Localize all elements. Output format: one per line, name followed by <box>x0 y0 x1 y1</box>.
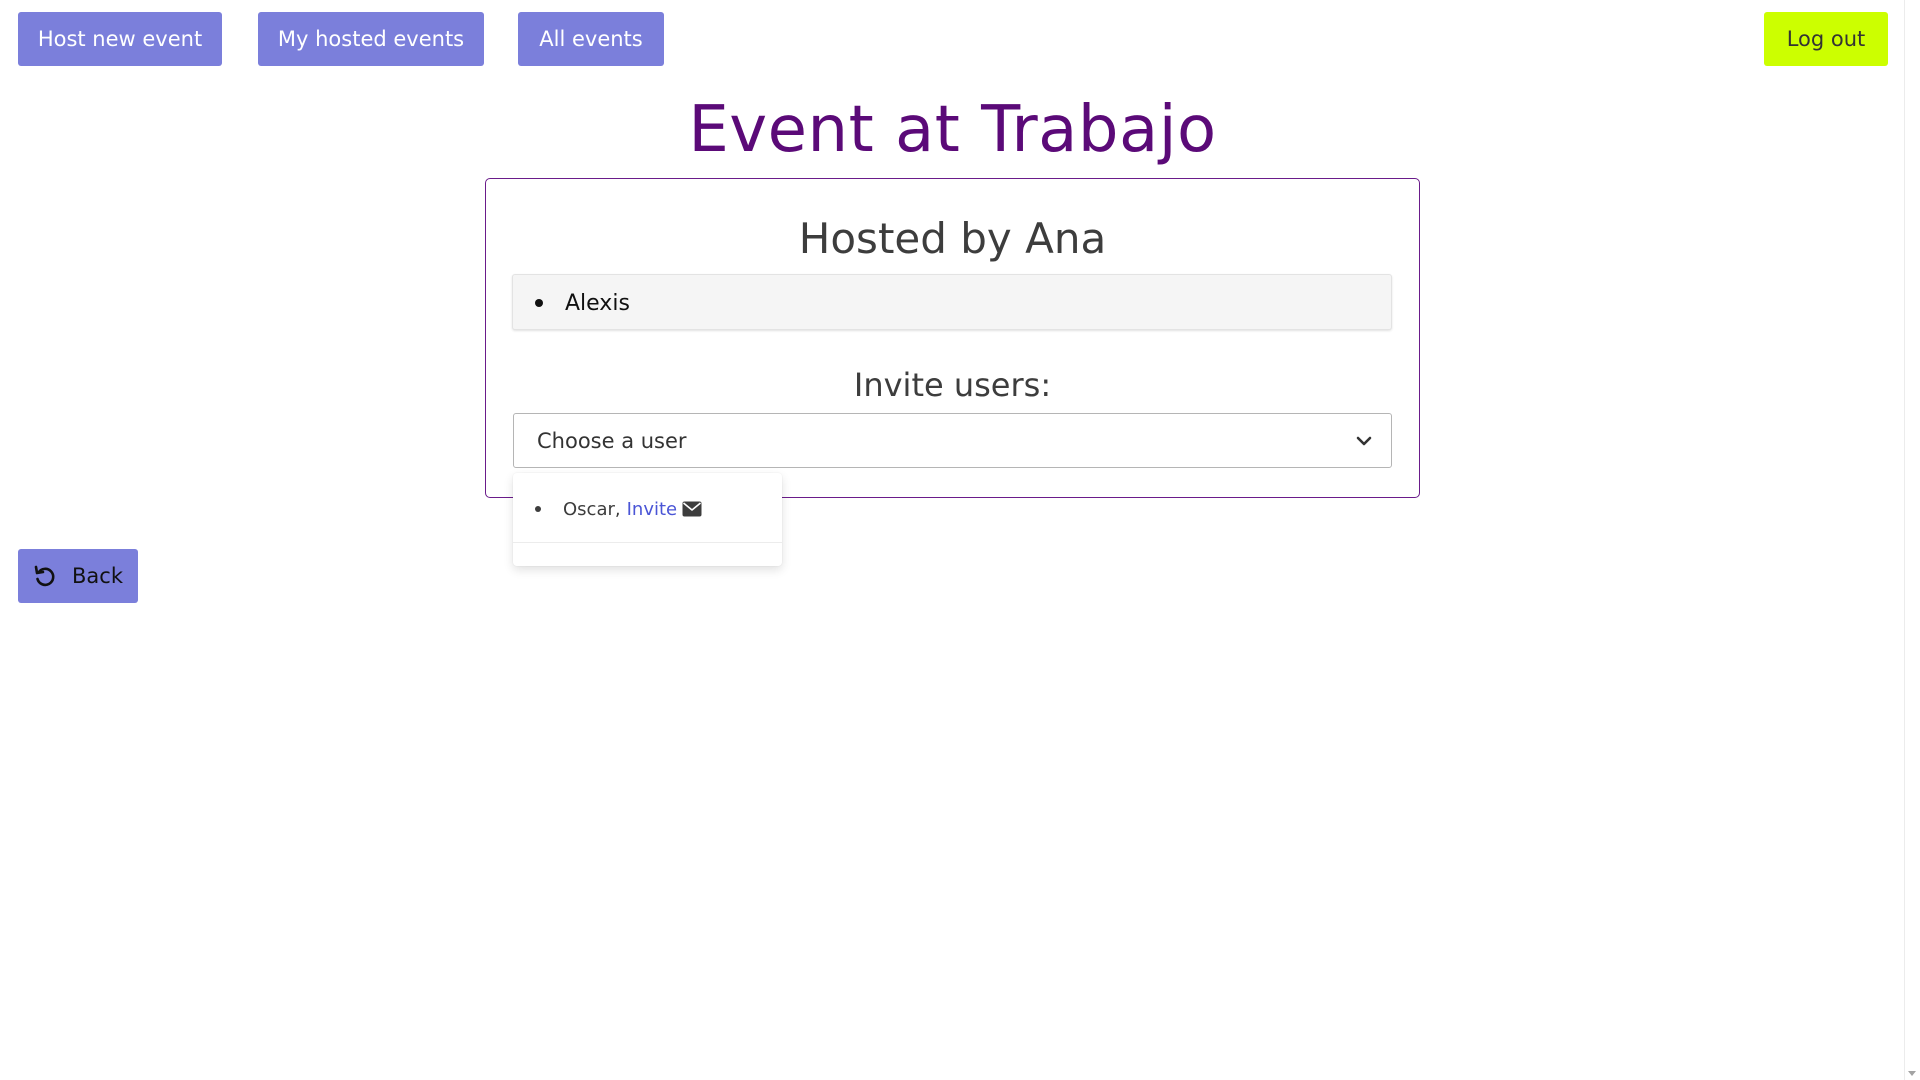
hosted-by-heading: Hosted by Ana <box>798 214 1107 263</box>
envelope-icon[interactable] <box>682 501 702 517</box>
scroll-down-arrow-icon[interactable] <box>1908 1071 1916 1076</box>
undo-icon <box>34 565 55 587</box>
page-title: Event at Trabajo <box>688 93 1217 167</box>
attendee-name: Alexis <box>565 290 630 316</box>
chevron-down-icon <box>1356 436 1372 446</box>
log-out-button[interactable]: Log out <box>1764 12 1888 66</box>
bullet <box>535 299 543 307</box>
my-hosted-events-button[interactable]: My hosted events <box>258 12 484 66</box>
event-card: Hosted by Ana Alexis Invite users: Choos… <box>485 178 1420 498</box>
user-select-value: Choose a user <box>537 428 687 453</box>
invite-users-label: Invite users: <box>853 366 1052 404</box>
dropdown-user-item: Oscar, Invite <box>563 495 702 523</box>
back-button[interactable]: Back <box>18 549 138 603</box>
bullet <box>535 506 541 512</box>
vertical-scrollbar[interactable] <box>1904 0 1920 1080</box>
divider <box>513 542 782 543</box>
invite-link[interactable]: Invite <box>627 499 678 520</box>
back-label: Back <box>72 564 123 588</box>
dropdown-user-name: Oscar, <box>563 498 621 520</box>
attendee-list: Alexis <box>512 274 1392 330</box>
user-select-dropdown[interactable]: Choose a user <box>513 413 1392 468</box>
page: Host new event My hosted events All even… <box>0 0 1920 1080</box>
all-events-button[interactable]: All events <box>518 12 664 66</box>
user-dropdown-menu: Oscar, Invite <box>513 473 782 566</box>
host-new-event-button[interactable]: Host new event <box>18 12 222 66</box>
